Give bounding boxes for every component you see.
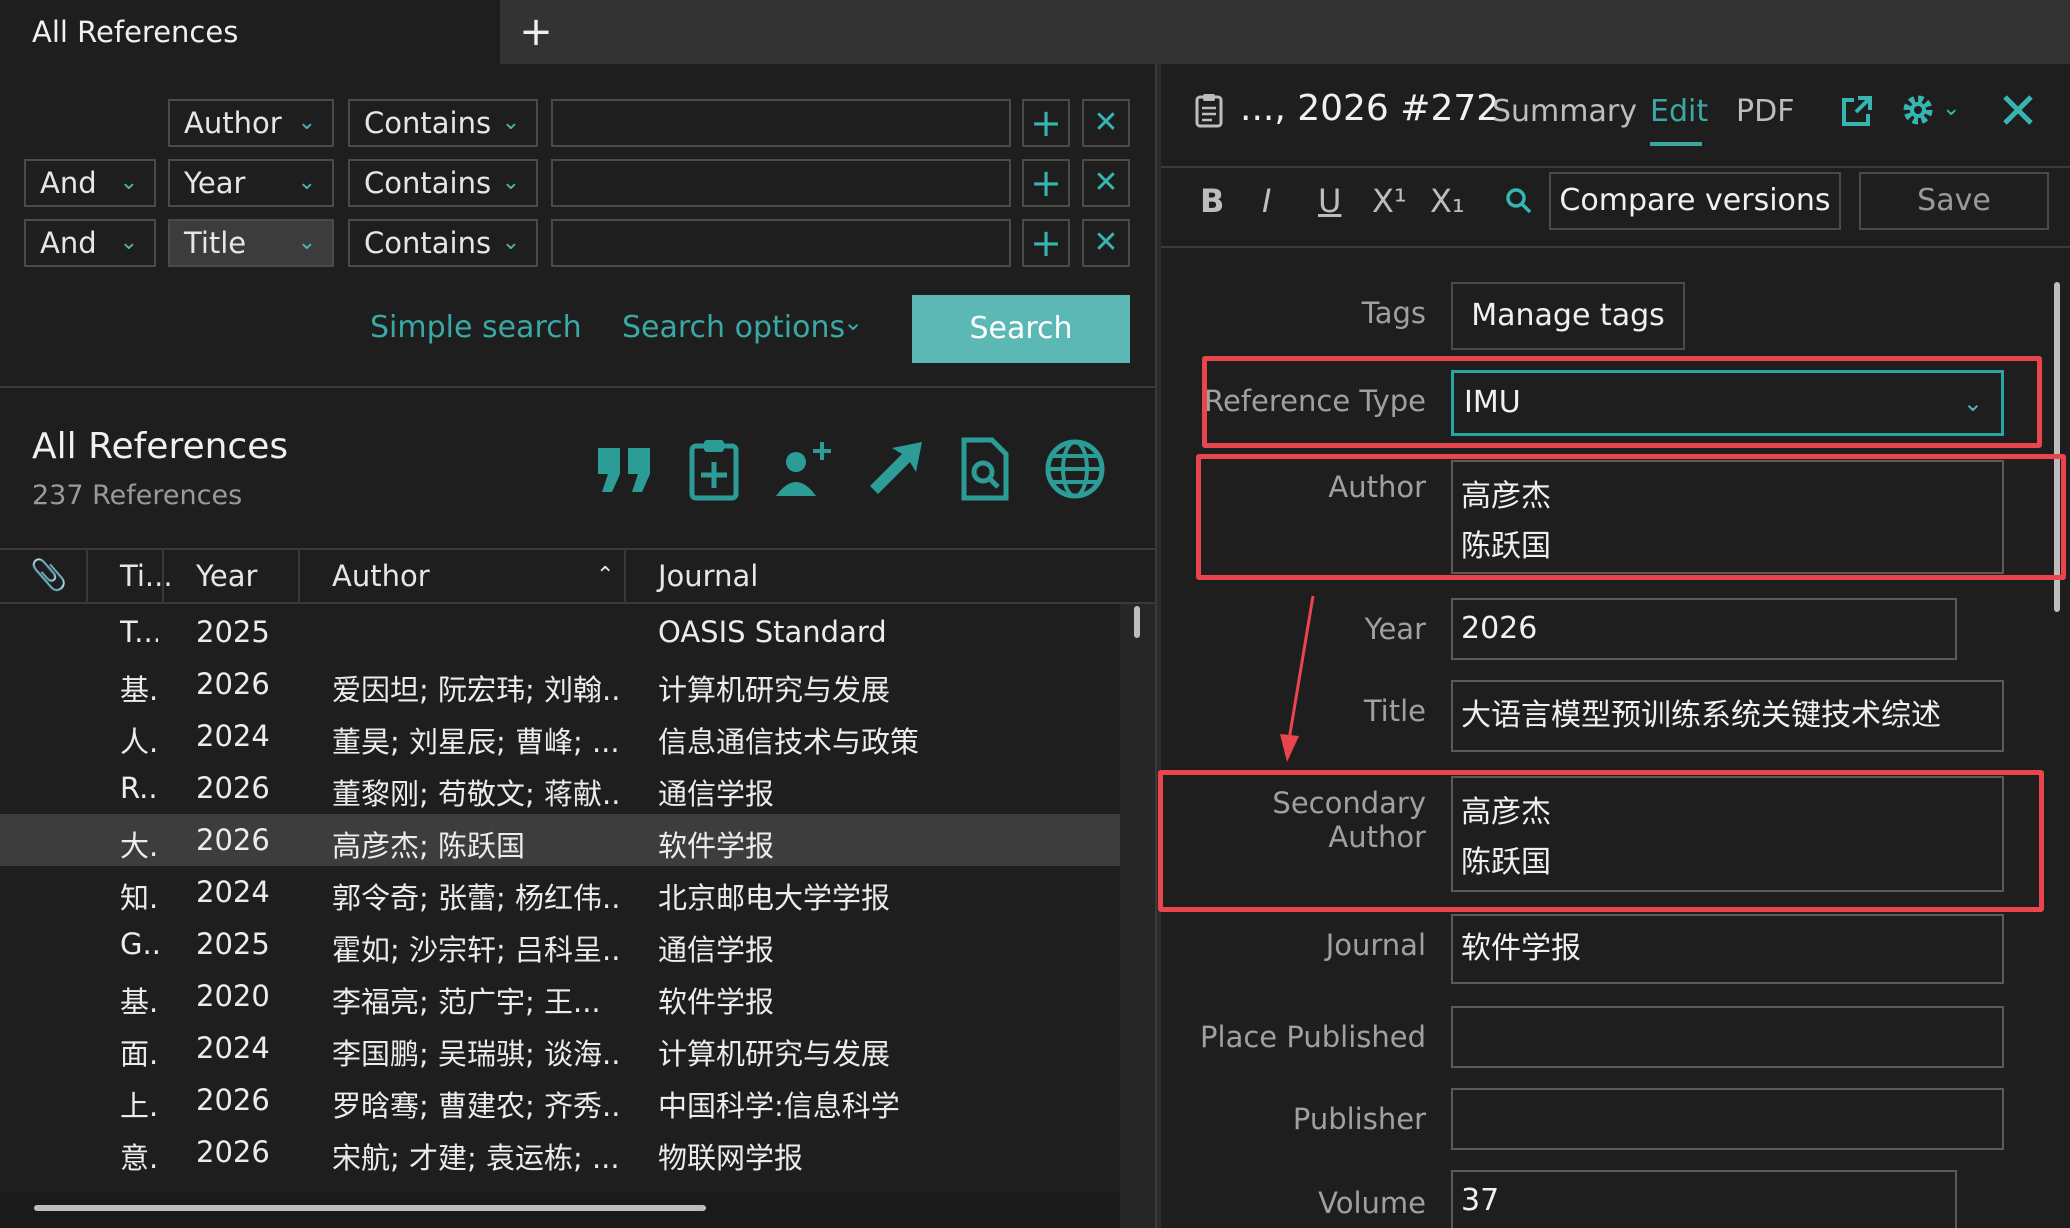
annotation-arrow [1280,595,1315,762]
